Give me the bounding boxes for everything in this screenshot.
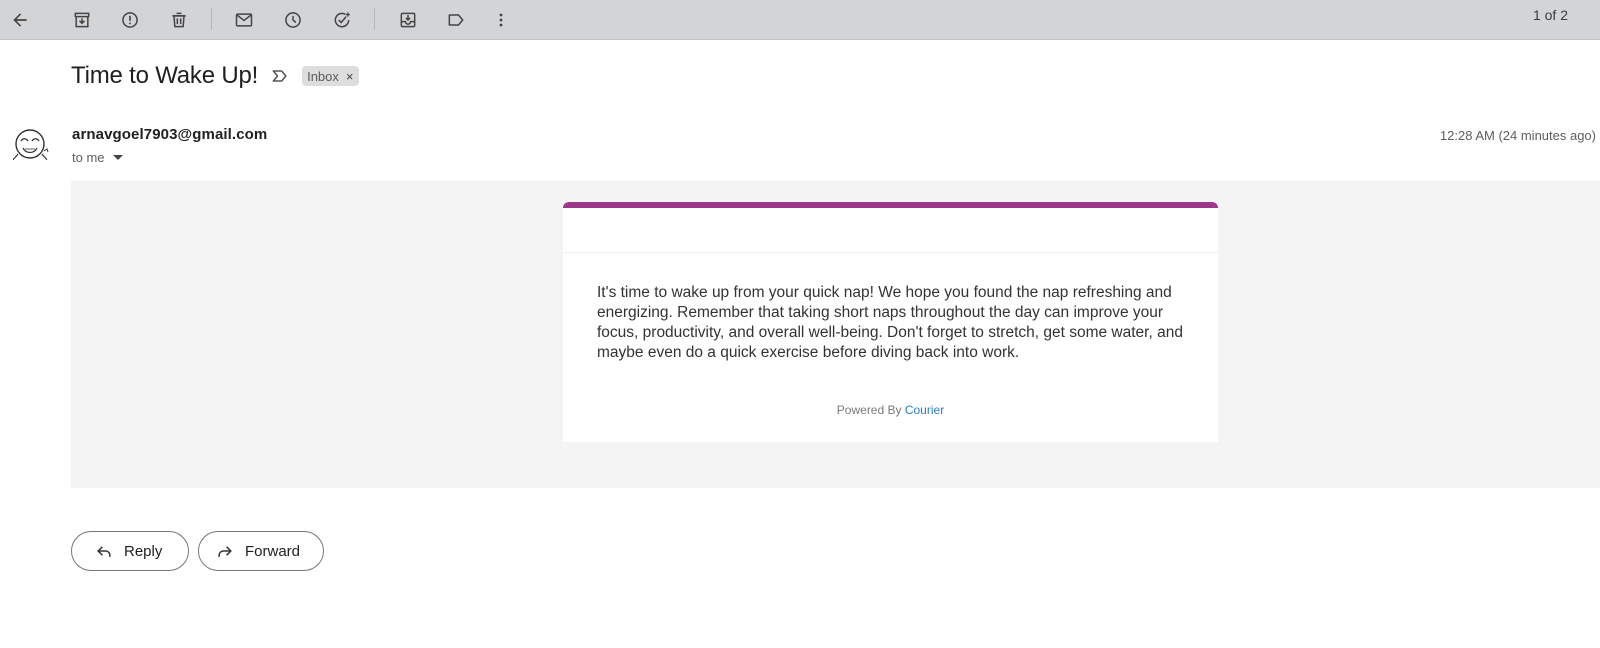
archive-button[interactable] — [64, 2, 100, 38]
remove-label-button[interactable]: × — [346, 69, 354, 84]
add-task-icon — [334, 12, 350, 28]
email-card: It's time to wake up from your quick nap… — [563, 202, 1218, 442]
add-task-button[interactable] — [324, 2, 360, 38]
delete-button[interactable] — [161, 2, 197, 38]
archive-icon — [74, 12, 90, 28]
reply-label: Reply — [124, 542, 163, 560]
snooze-button[interactable] — [275, 2, 311, 38]
courier-link[interactable]: Courier — [905, 403, 944, 417]
pagination-count: 1 of 2 — [1532, 7, 1568, 23]
move-to-button[interactable] — [390, 2, 426, 38]
back-button[interactable] — [2, 2, 38, 38]
report-spam-icon — [122, 12, 138, 28]
label-chip-text: Inbox — [307, 68, 339, 84]
forward-label: Forward — [245, 542, 301, 560]
email-body-text: It's time to wake up from your quick nap… — [597, 284, 1183, 361]
more-options-button[interactable] — [483, 2, 519, 38]
message-timestamp: 12:28 AM (24 minutes ago) — [1439, 128, 1596, 143]
powered-by-footer: Powered By Courier — [563, 403, 1218, 417]
move-to-icon — [400, 12, 416, 28]
importance-marker-icon[interactable] — [270, 66, 290, 86]
more-vert-icon — [499, 13, 503, 27]
email-body-container: It's time to wake up from your quick nap… — [71, 181, 1600, 488]
snooze-icon — [285, 12, 301, 28]
forward-icon — [218, 546, 232, 557]
email-subject: Time to Wake Up! — [71, 62, 259, 89]
mark-unread-icon — [235, 13, 253, 27]
delete-icon — [172, 12, 186, 28]
card-header — [563, 208, 1218, 253]
labels-button[interactable] — [438, 2, 474, 38]
sender-email[interactable]: arnavgoel7903@gmail.com — [72, 126, 267, 143]
message-toolbar: 1 of 2 — [0, 0, 1600, 40]
reply-icon — [97, 546, 111, 557]
recipient-line: to me — [72, 150, 123, 165]
forward-button[interactable]: Forward — [198, 531, 324, 571]
recipient-details-caret-icon[interactable] — [112, 155, 123, 160]
reply-button[interactable]: Reply — [71, 531, 189, 571]
powered-by-text: Powered By — [836, 403, 902, 417]
toolbar-divider — [374, 8, 375, 30]
inbox-label-chip: Inbox × — [302, 66, 360, 86]
back-arrow-icon — [13, 13, 27, 27]
label-icon — [448, 14, 464, 26]
avatar[interactable] — [8, 124, 52, 168]
mark-unread-button[interactable] — [226, 2, 262, 38]
recipient-text: to me — [72, 150, 105, 165]
toolbar-divider — [211, 8, 212, 30]
subject-row: Time to Wake Up! Inbox × — [71, 62, 360, 90]
report-spam-button[interactable] — [112, 2, 148, 38]
